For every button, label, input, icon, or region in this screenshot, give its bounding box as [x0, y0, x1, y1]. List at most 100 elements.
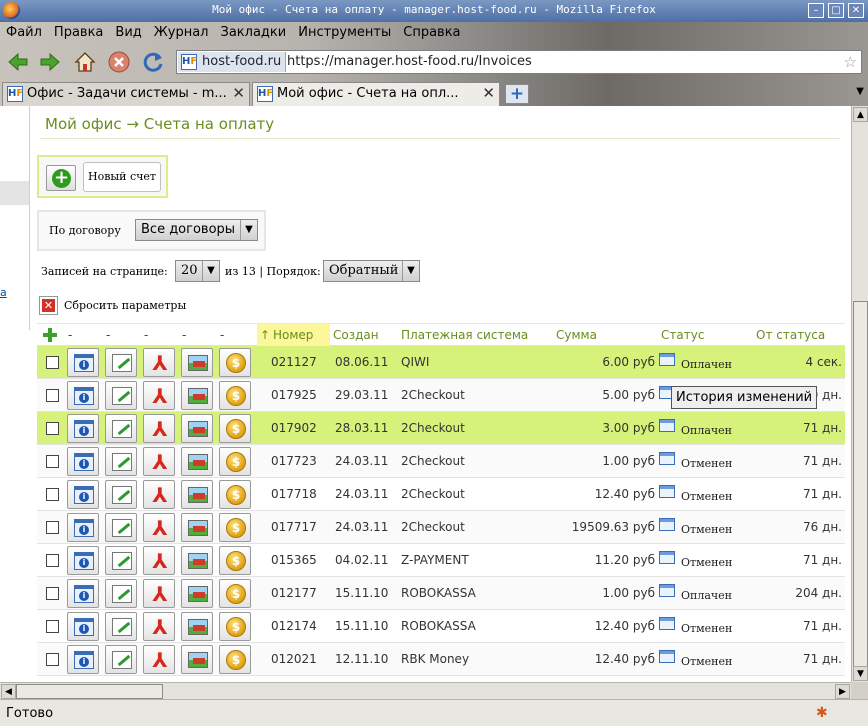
add-invoice-button[interactable]: + [46, 165, 76, 191]
edit-invoice-button[interactable] [105, 414, 137, 443]
table-row[interactable]: i ⅄ $021127 08.06.11 QIWI 6.00 руб Оплачен 4 се… [37, 346, 845, 379]
column-header-number[interactable]: Номер [273, 328, 313, 342]
maximize-button[interactable]: □ [828, 3, 844, 18]
status-history-icon[interactable] [659, 518, 675, 531]
url-text[interactable]: https://manager.host-food.ru/Invoices [287, 54, 532, 69]
scroll-down-arrow-icon[interactable]: ▼ [853, 666, 868, 681]
row-checkbox[interactable] [46, 653, 59, 666]
edit-invoice-button[interactable] [105, 348, 137, 377]
column-header-sum[interactable]: Сумма [556, 328, 597, 342]
pay-invoice-button[interactable]: $ [219, 513, 251, 542]
pdf-invoice-button[interactable]: ⅄ [143, 381, 175, 410]
edit-invoice-button[interactable] [105, 513, 137, 542]
tab-system-tasks[interactable]: HF Офис - Задачи системы - m... ✕ [2, 82, 250, 106]
table-row[interactable]: i ⅄ $017902 28.03.11 2Checkout 3.00 руб Оплаче… [37, 412, 845, 445]
tab-list-chevron-down-icon[interactable]: ▼ [856, 86, 864, 97]
scroll-up-arrow-icon[interactable]: ▲ [853, 107, 868, 122]
row-checkbox[interactable] [46, 455, 59, 468]
per-page-select[interactable]: 20 ▼ [175, 260, 220, 282]
status-history-icon[interactable] [659, 551, 675, 564]
pdf-invoice-button[interactable]: ⅄ [143, 645, 175, 674]
left-panel-link[interactable]: а [0, 286, 7, 299]
edit-invoice-button[interactable] [105, 480, 137, 509]
pay-invoice-button[interactable]: $ [219, 414, 251, 443]
status-history-icon[interactable] [659, 650, 675, 663]
edit-invoice-button[interactable] [105, 579, 137, 608]
view-invoice-button[interactable]: i [67, 447, 99, 476]
edit-invoice-button[interactable] [105, 546, 137, 575]
status-history-icon[interactable] [659, 452, 675, 465]
row-checkbox[interactable] [46, 554, 59, 567]
scroll-right-arrow-icon[interactable]: ▶ [835, 684, 850, 699]
new-invoice-button[interactable]: Новый счет [83, 162, 161, 192]
table-row[interactable]: i ⅄ $017718 24.03.11 2Checkout 12.40 руб Отмен… [37, 478, 845, 511]
view-invoice-button[interactable]: i [67, 612, 99, 641]
menu-edit[interactable]: Правка [48, 22, 109, 44]
order-select[interactable]: Обратный ▼ [323, 260, 420, 282]
pay-invoice-button[interactable]: $ [219, 579, 251, 608]
scroll-left-arrow-icon[interactable]: ◀ [1, 684, 16, 699]
firebug-icon[interactable]: ✱ [816, 705, 834, 721]
edit-invoice-button[interactable] [105, 381, 137, 410]
pay-invoice-button[interactable]: $ [219, 381, 251, 410]
row-checkbox[interactable] [46, 389, 59, 402]
vertical-scrollbar[interactable]: ▲ ▼ [851, 106, 868, 682]
pdf-invoice-button[interactable]: ⅄ [143, 579, 175, 608]
row-checkbox[interactable] [46, 488, 59, 501]
image-invoice-button[interactable] [181, 381, 213, 410]
row-checkbox[interactable] [46, 620, 59, 633]
pay-invoice-button[interactable]: $ [219, 645, 251, 674]
pay-invoice-button[interactable]: $ [219, 612, 251, 641]
image-invoice-button[interactable] [181, 447, 213, 476]
image-invoice-button[interactable] [181, 480, 213, 509]
pdf-invoice-button[interactable]: ⅄ [143, 414, 175, 443]
address-bar[interactable]: HF host-food.ru https://manager.host-foo… [176, 50, 862, 74]
home-icon[interactable] [73, 50, 97, 74]
tab-invoices[interactable]: HF Мой офис - Счета на опл... ✕ [252, 82, 500, 106]
pay-invoice-button[interactable]: $ [219, 480, 251, 509]
view-invoice-button[interactable]: i [67, 513, 99, 542]
status-history-icon[interactable] [659, 353, 675, 366]
stop-icon[interactable] [107, 50, 131, 74]
menu-tools[interactable]: Инструменты [292, 22, 397, 44]
image-invoice-button[interactable] [181, 348, 213, 377]
add-column-plus-icon[interactable] [43, 328, 57, 342]
table-row[interactable]: i ⅄ $012174 15.11.10 ROBOKASSA 12.40 руб Отмен… [37, 610, 845, 643]
column-header-system[interactable]: Платежная система [401, 328, 528, 342]
vertical-scroll-thumb[interactable] [853, 301, 868, 681]
status-history-icon[interactable] [659, 485, 675, 498]
pdf-invoice-button[interactable]: ⅄ [143, 447, 175, 476]
menu-view[interactable]: Вид [109, 22, 147, 44]
column-header-status[interactable]: Статус [661, 328, 704, 342]
horizontal-scrollbar[interactable]: ◀ ▶ [0, 682, 851, 699]
reload-icon[interactable] [141, 50, 165, 74]
row-checkbox[interactable] [46, 587, 59, 600]
site-identity-button[interactable]: HF host-food.ru [178, 52, 287, 72]
row-checkbox[interactable] [46, 521, 59, 534]
menu-history[interactable]: Журнал [148, 22, 215, 44]
status-history-icon[interactable] [659, 419, 675, 432]
table-row[interactable]: i ⅄ $012021 12.11.10 RBK Money 12.40 руб Отмен… [37, 643, 845, 676]
image-invoice-button[interactable] [181, 645, 213, 674]
column-header-since[interactable]: От статуса [756, 328, 825, 342]
close-window-button[interactable]: ✕ [848, 3, 864, 18]
view-invoice-button[interactable]: i [67, 414, 99, 443]
image-invoice-button[interactable] [181, 513, 213, 542]
view-invoice-button[interactable]: i [67, 480, 99, 509]
pdf-invoice-button[interactable]: ⅄ [143, 513, 175, 542]
table-row[interactable]: i ⅄ $015365 04.02.11 Z-PAYMENT 11.20 руб Отмен… [37, 544, 845, 577]
edit-invoice-button[interactable] [105, 645, 137, 674]
contract-select[interactable]: Все договоры ▼ [135, 219, 258, 241]
view-invoice-button[interactable]: i [67, 645, 99, 674]
view-invoice-button[interactable]: i [67, 348, 99, 377]
status-history-icon[interactable] [659, 617, 675, 630]
pay-invoice-button[interactable]: $ [219, 546, 251, 575]
row-checkbox[interactable] [46, 422, 59, 435]
menu-file[interactable]: Файл [0, 22, 48, 44]
menu-help[interactable]: Справка [397, 22, 466, 44]
view-invoice-button[interactable]: i [67, 579, 99, 608]
image-invoice-button[interactable] [181, 414, 213, 443]
minimize-button[interactable]: – [808, 3, 824, 18]
bookmark-star-icon[interactable]: ☆ [844, 53, 857, 71]
pdf-invoice-button[interactable]: ⅄ [143, 348, 175, 377]
